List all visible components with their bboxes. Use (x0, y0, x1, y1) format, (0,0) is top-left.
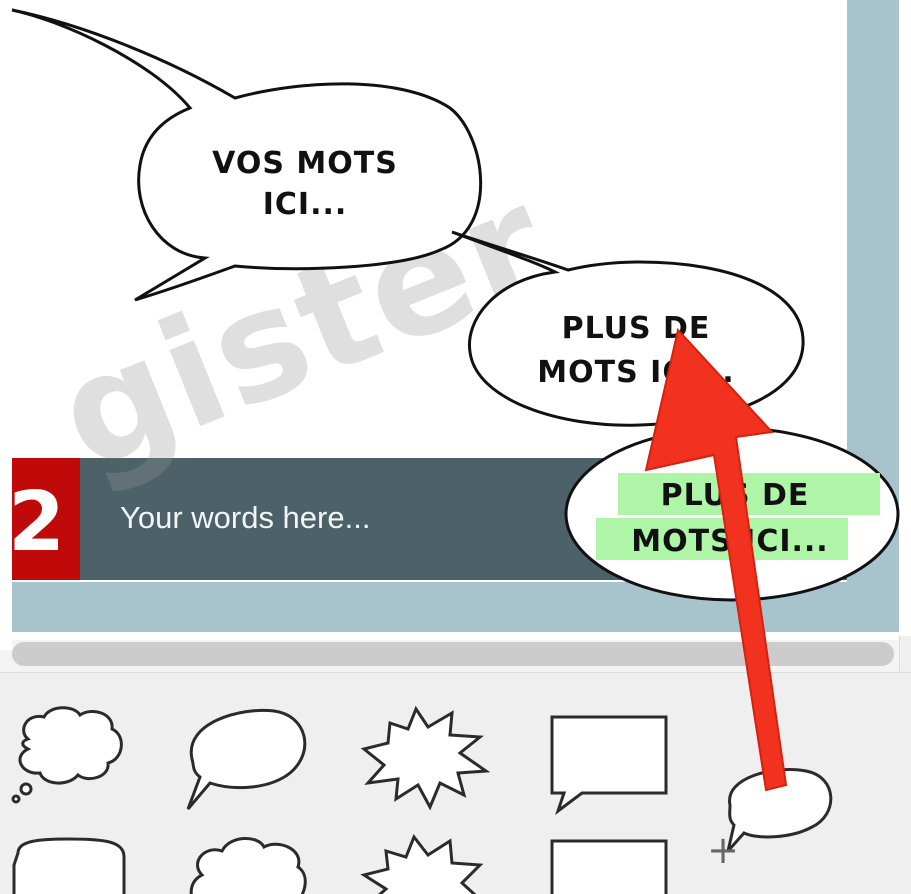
speech-bubble-more-line-1: PLUS DE (562, 311, 711, 346)
cloud-thought-bubble-icon[interactable] (8, 701, 128, 804)
burst-shout-bubble-icon[interactable] (360, 703, 491, 813)
horizontal-scrollbar-thumb[interactable] (12, 642, 894, 666)
speech-bubble-dragged[interactable]: PLUS DE MOTS ICI... (564, 426, 900, 602)
drag-copy-cursor: + (707, 828, 739, 872)
speech-bubble-french[interactable]: VOS MOTS ICI... (11, 8, 483, 302)
comic-editor-screen: 2 Your words here... gister VOS MOTS ICI… (0, 0, 911, 894)
rectangle-speech-bubble-icon[interactable] (548, 713, 673, 816)
bubble-palette (0, 672, 911, 894)
speech-bubble-more[interactable]: PLUS DE MOTS ICI... (451, 230, 805, 427)
speech-bubble-dragged-line-2: MOTS ICI... (631, 524, 828, 559)
burst-bubble-icon[interactable] (360, 833, 490, 894)
rectangle-box-bubble-icon[interactable] (548, 835, 673, 894)
speech-bubble-french-line-1: VOS MOTS (212, 146, 398, 181)
speech-bubble-french-line-2: ICI... (263, 187, 348, 222)
scrollbar-corner (899, 636, 911, 672)
speech-bubble-dragged-line-1: PLUS DE (661, 478, 810, 513)
speech-bubble-more-line-2: MOTS ICI... (537, 355, 734, 390)
cloud-bubble-icon[interactable] (182, 835, 312, 894)
oval-speech-bubble-icon[interactable] (182, 705, 312, 815)
rounded-box-bubble-icon[interactable] (8, 835, 128, 894)
